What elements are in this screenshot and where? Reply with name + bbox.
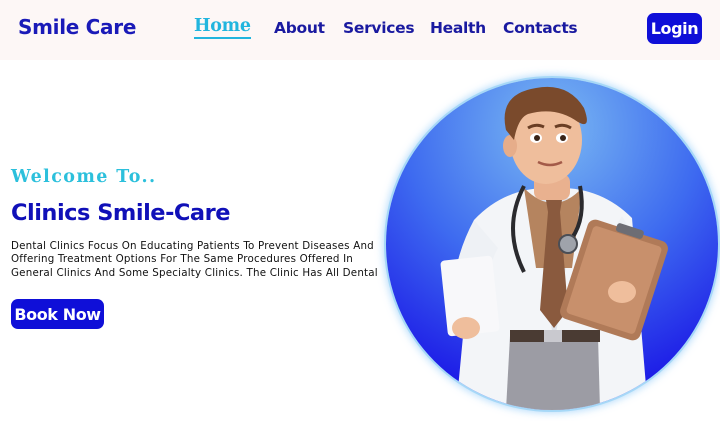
hero-headline: Clinics Smile-Care <box>11 200 230 226</box>
brand-logo[interactable]: Smile Care <box>18 15 136 39</box>
nav-health[interactable]: Health <box>430 19 486 37</box>
doctor-illustration <box>386 78 718 410</box>
hero-description: Dental Clinics Focus On Educating Patien… <box>11 240 378 279</box>
nav-about[interactable]: About <box>274 19 325 37</box>
nav-contacts[interactable]: Contacts <box>503 19 578 37</box>
navbar: Smile Care Home About Services Health Co… <box>0 0 720 60</box>
nav-home[interactable]: Home <box>194 16 251 39</box>
nav-services[interactable]: Services <box>343 19 415 37</box>
welcome-text: Welcome To.. <box>11 167 157 187</box>
book-now-button[interactable]: Book Now <box>11 299 104 329</box>
doctor-figure <box>440 86 668 410</box>
login-button[interactable]: Login <box>647 13 702 44</box>
